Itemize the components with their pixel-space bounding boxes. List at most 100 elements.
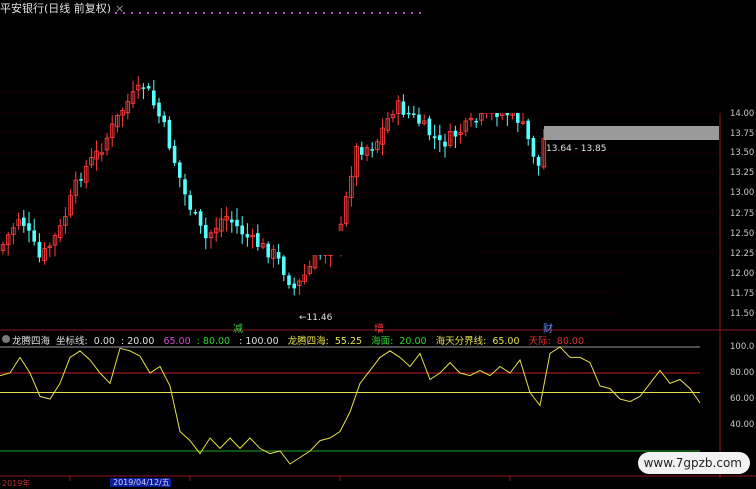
signal-dot	[227, 12, 229, 14]
coord-label: 坐标线:	[56, 336, 88, 347]
signal-dot	[235, 12, 237, 14]
signal-dot	[291, 12, 293, 14]
oscillator-line	[0, 346, 701, 465]
low-price-label: ←11.46	[299, 313, 333, 323]
candle-body-down	[474, 120, 478, 123]
candle-body-down	[453, 130, 458, 137]
candle-body-down	[438, 135, 442, 141]
selected-date[interactable]: 2019/04/12/五	[110, 478, 171, 487]
coord-value-65: 65.00	[163, 336, 191, 347]
signal-dot	[347, 12, 349, 14]
indicator-legend: 龙腾四海 坐标线: 0.00 : 20.00 65.00 : 80.00 : 1…	[12, 333, 590, 347]
price-tick: 12.00	[730, 269, 755, 279]
boundary-value: 海天分界线: 65.00	[435, 336, 520, 347]
signal-dot	[203, 12, 205, 14]
candle-body-down	[432, 136, 437, 139]
candle-body-down	[401, 101, 406, 115]
price-tick: 13.00	[730, 188, 755, 198]
signal-dot	[307, 12, 309, 14]
candle-body-down	[417, 114, 421, 124]
redaction-block	[620, 270, 716, 328]
candle-body-down	[427, 118, 432, 136]
signal-dot	[299, 12, 301, 14]
indicator-name[interactable]: 龙腾四海	[12, 336, 50, 347]
candle-body-down	[256, 233, 260, 247]
price-tick: 12.50	[730, 229, 755, 239]
price-tick: 12.25	[730, 249, 755, 259]
candle-body-down	[282, 256, 286, 276]
signal-dot	[411, 12, 413, 14]
signal-dot	[331, 12, 333, 14]
signal-dot	[131, 12, 133, 14]
candle-body-down	[240, 225, 244, 235]
coord-value-80: : 80.00	[196, 336, 231, 347]
candle-body-down	[32, 230, 36, 242]
signal-dot	[275, 12, 277, 14]
candle-body-down	[188, 195, 192, 210]
signal-dot	[163, 12, 165, 14]
signal-dot	[211, 12, 213, 14]
indicator-settings-icon[interactable]	[2, 335, 10, 343]
candle-body-down	[245, 233, 250, 238]
signal-dot	[323, 12, 325, 14]
candle-body-down	[287, 275, 291, 286]
redaction-block	[283, 231, 474, 255]
signal-dot	[179, 12, 181, 14]
signal-dot	[283, 12, 285, 14]
signal-dot	[187, 12, 189, 14]
candle-body-down	[141, 87, 146, 89]
signal-dot	[379, 12, 381, 14]
candle-body-down	[198, 211, 203, 226]
signal-dot	[419, 12, 421, 14]
chart-title: 平安银行(日线 前复权) ×	[0, 0, 124, 16]
candle-body-down	[27, 223, 31, 231]
signal-dot	[259, 12, 261, 14]
price-tick: 11.50	[730, 309, 755, 319]
candle-body-down	[443, 141, 447, 147]
candle-body-down	[276, 252, 281, 259]
candle-body-down	[167, 119, 172, 149]
sky-value: 天际: 80.00	[528, 336, 584, 347]
signal-dot	[371, 12, 373, 14]
candle-body-down	[536, 156, 541, 166]
signal-dot	[363, 12, 365, 14]
signal-dot	[387, 12, 389, 14]
signal-dot	[403, 12, 405, 14]
signal-dot	[267, 12, 269, 14]
candle-body-down	[370, 149, 374, 151]
price-tick: 11.75	[730, 289, 755, 299]
signal-dot	[395, 12, 397, 14]
price-tick: 12.75	[730, 209, 755, 219]
signal-dot	[155, 12, 157, 14]
price-tick: 13.25	[730, 168, 755, 178]
candle-body-down	[235, 219, 239, 227]
candle-body-down	[162, 115, 166, 123]
candle-body-down	[412, 113, 416, 115]
indicator-tick: 80.00	[730, 368, 755, 378]
candle-body-down	[516, 111, 520, 123]
candle-body-down	[360, 147, 364, 155]
coord-value-20: : 20.00	[120, 336, 155, 347]
candle-body-down	[157, 102, 161, 117]
candle-body-down	[79, 179, 83, 181]
tooltip-overlay	[544, 126, 719, 140]
site-watermark: www.7gpzb.com	[637, 452, 750, 474]
candle-body-down	[37, 241, 42, 258]
indicator-tick: 40.00	[730, 420, 755, 430]
indicator-tick: 60.00	[730, 394, 755, 404]
redaction-block	[427, 0, 756, 113]
candle-body-down	[266, 243, 270, 258]
price-tick: 13.75	[730, 129, 755, 139]
candle-body-down	[526, 120, 530, 140]
coord-value-0: 0.00	[93, 336, 115, 347]
signal-dot	[251, 12, 253, 14]
candle-body-down	[230, 219, 234, 223]
candle-body-down	[406, 112, 411, 115]
signal-dot	[315, 12, 317, 14]
hai-mian-value: 海面: 20.00	[371, 336, 427, 347]
indicator-value: 龙腾四海: 55.25	[287, 336, 363, 347]
candle-body-down	[172, 145, 177, 163]
candle-body-down	[178, 162, 182, 178]
close-icon[interactable]: ×	[115, 2, 124, 15]
price-tick: 13.50	[730, 148, 755, 158]
